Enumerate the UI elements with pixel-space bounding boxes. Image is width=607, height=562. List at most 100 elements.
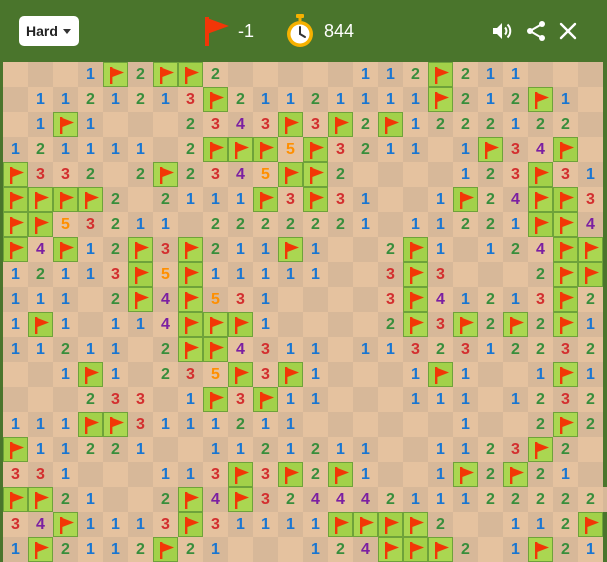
revealed-number-cell[interactable]: 1 (128, 437, 153, 462)
revealed-number-cell[interactable]: 2 (428, 337, 453, 362)
flagged-cell[interactable] (378, 112, 403, 137)
flagged-cell[interactable] (278, 112, 303, 137)
flagged-cell[interactable] (128, 287, 153, 312)
revealed-empty-cell[interactable] (53, 62, 78, 87)
revealed-empty-cell[interactable] (428, 162, 453, 187)
flagged-cell[interactable] (228, 462, 253, 487)
revealed-empty-cell[interactable] (128, 187, 153, 212)
revealed-number-cell[interactable]: 1 (428, 387, 453, 412)
revealed-number-cell[interactable]: 1 (453, 412, 478, 437)
revealed-number-cell[interactable]: 1 (478, 237, 503, 262)
revealed-empty-cell[interactable] (153, 112, 178, 137)
revealed-empty-cell[interactable] (303, 312, 328, 337)
revealed-empty-cell[interactable] (78, 462, 103, 487)
flagged-cell[interactable] (528, 187, 553, 212)
revealed-empty-cell[interactable] (278, 312, 303, 337)
revealed-number-cell[interactable]: 2 (528, 387, 553, 412)
revealed-number-cell[interactable]: 2 (303, 212, 328, 237)
revealed-number-cell[interactable]: 2 (328, 162, 353, 187)
flagged-cell[interactable] (453, 312, 478, 337)
revealed-number-cell[interactable]: 3 (253, 112, 278, 137)
revealed-empty-cell[interactable] (328, 412, 353, 437)
revealed-empty-cell[interactable] (578, 437, 603, 462)
revealed-number-cell[interactable]: 1 (453, 387, 478, 412)
flagged-cell[interactable] (553, 262, 578, 287)
revealed-number-cell[interactable]: 1 (303, 262, 328, 287)
revealed-number-cell[interactable]: 2 (478, 312, 503, 337)
revealed-number-cell[interactable]: 2 (178, 112, 203, 137)
revealed-empty-cell[interactable] (378, 187, 403, 212)
revealed-number-cell[interactable]: 1 (328, 437, 353, 462)
flagged-cell[interactable] (53, 237, 78, 262)
revealed-number-cell[interactable]: 1 (53, 262, 78, 287)
revealed-empty-cell[interactable] (303, 287, 328, 312)
revealed-number-cell[interactable]: 2 (253, 437, 278, 462)
revealed-empty-cell[interactable] (403, 162, 428, 187)
revealed-empty-cell[interactable] (378, 362, 403, 387)
flagged-cell[interactable] (453, 187, 478, 212)
revealed-number-cell[interactable]: 1 (403, 362, 428, 387)
flagged-cell[interactable] (203, 337, 228, 362)
revealed-number-cell[interactable]: 1 (253, 262, 278, 287)
revealed-number-cell[interactable]: 4 (428, 287, 453, 312)
revealed-number-cell[interactable]: 2 (578, 287, 603, 312)
revealed-empty-cell[interactable] (353, 387, 378, 412)
revealed-number-cell[interactable]: 2 (53, 487, 78, 512)
revealed-number-cell[interactable]: 2 (528, 262, 553, 287)
flagged-cell[interactable] (53, 112, 78, 137)
flagged-cell[interactable] (178, 337, 203, 362)
revealed-number-cell[interactable]: 2 (428, 112, 453, 137)
revealed-number-cell[interactable]: 1 (3, 287, 28, 312)
revealed-number-cell[interactable]: 1 (503, 62, 528, 87)
revealed-number-cell[interactable]: 2 (278, 487, 303, 512)
flagged-cell[interactable] (528, 537, 553, 562)
revealed-number-cell[interactable]: 1 (303, 337, 328, 362)
revealed-number-cell[interactable]: 2 (403, 62, 428, 87)
flagged-cell[interactable] (253, 137, 278, 162)
flagged-cell[interactable] (3, 162, 28, 187)
revealed-empty-cell[interactable] (428, 137, 453, 162)
flagged-cell[interactable] (403, 262, 428, 287)
revealed-number-cell[interactable]: 1 (428, 212, 453, 237)
revealed-number-cell[interactable]: 3 (328, 187, 353, 212)
revealed-number-cell[interactable]: 1 (53, 287, 78, 312)
flagged-cell[interactable] (428, 62, 453, 87)
revealed-number-cell[interactable]: 4 (28, 512, 53, 537)
revealed-number-cell[interactable]: 2 (203, 237, 228, 262)
revealed-empty-cell[interactable] (378, 162, 403, 187)
revealed-number-cell[interactable]: 1 (3, 412, 28, 437)
revealed-number-cell[interactable]: 4 (303, 487, 328, 512)
revealed-number-cell[interactable]: 3 (203, 512, 228, 537)
revealed-number-cell[interactable]: 2 (503, 237, 528, 262)
revealed-number-cell[interactable]: 3 (253, 362, 278, 387)
flagged-cell[interactable] (553, 412, 578, 437)
flagged-cell[interactable] (378, 537, 403, 562)
revealed-number-cell[interactable]: 2 (53, 537, 78, 562)
revealed-number-cell[interactable]: 4 (228, 162, 253, 187)
revealed-number-cell[interactable]: 1 (128, 312, 153, 337)
flagged-cell[interactable] (253, 387, 278, 412)
revealed-number-cell[interactable]: 2 (453, 212, 478, 237)
revealed-number-cell[interactable]: 3 (253, 487, 278, 512)
flagged-cell[interactable] (28, 212, 53, 237)
revealed-number-cell[interactable]: 3 (203, 112, 228, 137)
revealed-empty-cell[interactable] (578, 62, 603, 87)
revealed-number-cell[interactable]: 1 (53, 362, 78, 387)
revealed-number-cell[interactable]: 1 (53, 312, 78, 337)
revealed-number-cell[interactable]: 2 (178, 537, 203, 562)
revealed-number-cell[interactable]: 2 (478, 437, 503, 462)
revealed-number-cell[interactable]: 2 (78, 87, 103, 112)
revealed-number-cell[interactable]: 1 (203, 412, 228, 437)
revealed-number-cell[interactable]: 3 (328, 137, 353, 162)
revealed-number-cell[interactable]: 4 (528, 137, 553, 162)
flagged-cell[interactable] (303, 162, 328, 187)
flagged-cell[interactable] (553, 212, 578, 237)
flagged-cell[interactable] (278, 362, 303, 387)
revealed-number-cell[interactable]: 1 (453, 287, 478, 312)
flagged-cell[interactable] (328, 512, 353, 537)
revealed-number-cell[interactable]: 1 (528, 512, 553, 537)
revealed-empty-cell[interactable] (453, 262, 478, 287)
revealed-number-cell[interactable]: 2 (378, 487, 403, 512)
revealed-number-cell[interactable]: 1 (278, 412, 303, 437)
flagged-cell[interactable] (303, 137, 328, 162)
